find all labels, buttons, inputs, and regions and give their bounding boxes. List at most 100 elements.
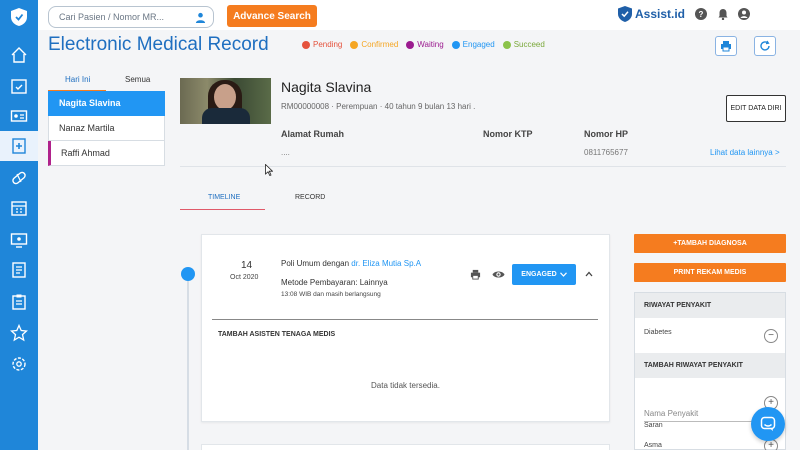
clipboard-icon <box>12 294 26 310</box>
sidebar <box>0 0 38 450</box>
visit-month-year: Oct 2020 <box>230 274 259 281</box>
print-record-button[interactable]: PRINT REKAM MEDIS <box>634 263 786 282</box>
app-root: Cari Pasien / Nomor MR... Advance Search… <box>0 0 800 450</box>
address-value: .... <box>281 148 290 157</box>
tab-underline <box>180 209 265 210</box>
gear-icon <box>12 357 26 371</box>
status-legend: Pending Confirmed Waiting Engaged Succee… <box>302 40 545 49</box>
help-icon[interactable]: ? <box>695 8 707 20</box>
sidebar-patient-card-button[interactable] <box>0 101 38 131</box>
calendar-check-icon <box>11 79 27 94</box>
remove-history-button[interactable]: − <box>764 329 778 343</box>
ktp-label: Nomor KTP <box>483 129 533 139</box>
patient-photo <box>180 78 271 124</box>
phone-label: Nomor HP <box>584 129 629 139</box>
suggestion-label: Saran <box>644 422 663 429</box>
history-title: RIWAYAT PENYAKIT <box>635 293 785 318</box>
visit-card: 14 Oct 2020 Poli Umum dengan dr. Eliza M… <box>201 234 610 422</box>
visit-poli: Poli Umum dengan dr. Eliza Mutia Sp.A <box>281 259 421 268</box>
patient-search-input[interactable]: Cari Pasien / Nomor MR... <box>48 6 214 28</box>
add-history-title: TAMBAH RIWAYAT PENYAKIT <box>635 353 785 378</box>
sidebar-emr-button[interactable] <box>0 131 38 161</box>
phone-value: 0811765677 <box>584 148 628 157</box>
legend-waiting: Waiting <box>406 40 444 49</box>
patient-name: Nagita Slavina <box>281 79 372 95</box>
card-divider <box>212 319 598 320</box>
user-icon <box>195 12 206 23</box>
advance-search-button[interactable]: Advance Search <box>227 5 317 27</box>
patient-list-item[interactable]: Nagita Slavina <box>48 91 165 116</box>
print-page-button[interactable] <box>715 36 737 56</box>
app-logo-icon[interactable] <box>11 8 27 26</box>
refresh-button[interactable] <box>754 36 776 56</box>
legend-engaged: Engaged <box>451 40 495 49</box>
legend-dot <box>302 40 310 49</box>
photo-body <box>202 108 250 124</box>
sidebar-schedule-button[interactable] <box>0 193 38 223</box>
plus-icon: + <box>768 440 774 450</box>
legend-dot <box>451 40 460 49</box>
sidebar-review-button[interactable] <box>0 318 38 348</box>
address-label: Alamat Rumah <box>281 129 345 139</box>
pill-icon <box>12 171 26 185</box>
photo-face <box>214 84 236 110</box>
search-placeholder: Cari Pasien / Nomor MR... <box>59 12 165 22</box>
status-label: ENGAGED <box>521 271 557 278</box>
legend-dot <box>350 40 359 49</box>
chat-icon <box>760 416 776 431</box>
sidebar-report-button[interactable] <box>0 287 38 317</box>
add-assistant-label: TAMBAH ASISTEN TENAGA MEDIS <box>218 331 336 338</box>
brand-logo: Assist.id <box>618 5 685 23</box>
patient-meta: RM00000008 · Perempuan · 40 tahun 9 bula… <box>281 102 476 111</box>
visit-poli-prefix: Poli Umum dengan <box>281 259 352 268</box>
doctor-link[interactable]: dr. Eliza Mutia Sp.A <box>351 259 421 268</box>
medical-record-icon <box>12 138 26 154</box>
visit-card-next <box>201 444 610 450</box>
minus-icon: − <box>768 330 774 341</box>
printer-icon <box>721 41 731 52</box>
schedule-icon <box>11 201 27 216</box>
legend-dot <box>406 40 415 49</box>
legend-succeed: Succeed <box>502 40 545 49</box>
tab-timeline[interactable]: TIMELINE <box>208 194 240 201</box>
add-diagnosis-button[interactable]: +TAMBAH DIAGNOSA <box>634 234 786 253</box>
printer-icon[interactable] <box>470 269 481 280</box>
shield-icon <box>618 6 632 22</box>
account-icon[interactable] <box>738 8 750 20</box>
monitor-user-icon <box>10 233 28 248</box>
brand-name: Assist.id <box>635 7 686 21</box>
sidebar-home-button[interactable] <box>0 40 38 70</box>
mouse-cursor-icon <box>265 164 273 176</box>
tab-hari-ini[interactable]: Hari Ini <box>65 75 90 84</box>
sidebar-settings-button[interactable] <box>0 349 38 379</box>
sidebar-queue-button[interactable] <box>0 225 38 255</box>
page-title: Electronic Medical Record <box>48 34 269 55</box>
eye-icon[interactable] <box>492 269 505 280</box>
sidebar-appointment-button[interactable] <box>0 71 38 101</box>
sidebar-billing-button[interactable] <box>0 255 38 285</box>
tab-record[interactable]: RECORD <box>295 194 325 201</box>
chevron-up-icon[interactable] <box>584 269 594 279</box>
bell-icon[interactable] <box>717 8 729 20</box>
star-icon <box>10 324 28 342</box>
legend-confirmed: Confirmed <box>350 40 398 49</box>
patient-list-item[interactable]: Nanaz Martila <box>48 116 165 141</box>
legend-pending: Pending <box>302 40 342 49</box>
chat-button[interactable] <box>751 407 785 441</box>
suggestion-item[interactable]: Asma <box>644 442 662 449</box>
status-dropdown[interactable]: ENGAGED <box>512 264 576 285</box>
visit-payment: Metode Pembayaran: Lainnya <box>281 278 388 287</box>
patient-list-item[interactable]: Raffi Ahmad <box>48 141 165 166</box>
edit-profile-button[interactable]: EDIT DATA DIRI <box>726 95 786 122</box>
tab-semua[interactable]: Semua <box>125 75 150 84</box>
history-item: Diabetes <box>644 329 672 336</box>
visit-time: 13:08 WIB dan masih berlangsung <box>281 291 381 298</box>
legend-dot <box>502 40 511 49</box>
more-data-link[interactable]: Lihat data lainnya > <box>710 148 780 157</box>
timeline-line <box>187 274 189 450</box>
home-icon <box>11 47 27 63</box>
invoice-icon <box>12 262 26 278</box>
visit-day: 14 <box>241 260 253 271</box>
chevron-down-icon <box>559 272 567 277</box>
sidebar-pharmacy-button[interactable] <box>0 163 38 193</box>
